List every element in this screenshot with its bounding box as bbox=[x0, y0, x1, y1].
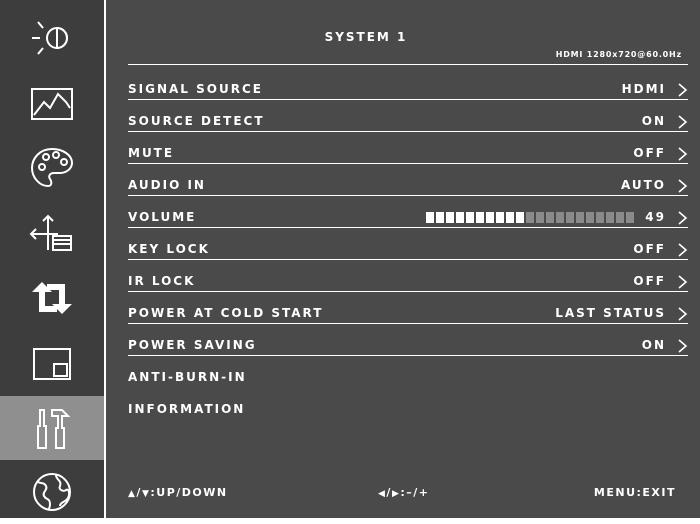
row-label: POWER SAVING bbox=[128, 338, 257, 352]
chevron-right-icon bbox=[678, 147, 688, 161]
volume-segment-empty bbox=[546, 212, 554, 223]
chevron-right-icon bbox=[678, 275, 688, 289]
footer-adjust-hint: ◀/▶:–/+ bbox=[378, 486, 430, 499]
sidebar-item-swap[interactable] bbox=[0, 266, 104, 330]
row-signal-source[interactable]: SIGNAL SOURCE HDMI bbox=[128, 68, 688, 100]
tools-icon bbox=[37, 409, 71, 449]
signal-info: HDMI 1280x720@60.0Hz bbox=[555, 50, 682, 59]
left-triangle-icon: ◀ bbox=[378, 489, 387, 499]
volume-segment-filled bbox=[516, 212, 524, 223]
volume-segment-empty bbox=[606, 212, 614, 223]
title-divider bbox=[128, 64, 688, 65]
category-sidebar bbox=[0, 0, 106, 518]
pip-icon bbox=[33, 348, 71, 380]
volume-segment-empty bbox=[596, 212, 604, 223]
row-ir-lock[interactable]: IR LOCK OFF bbox=[128, 260, 688, 292]
volume-segment-filled bbox=[456, 212, 464, 223]
volume-segment-empty bbox=[566, 212, 574, 223]
row-label: VOLUME bbox=[128, 210, 197, 224]
volume-segment-filled bbox=[476, 212, 484, 223]
chevron-right-icon bbox=[678, 339, 688, 353]
volume-segment-empty bbox=[536, 212, 544, 223]
updown-hint-text: UP/DOWN bbox=[156, 486, 228, 499]
row-power-saving[interactable]: POWER SAVING ON bbox=[128, 324, 688, 356]
row-value: LAST STATUS bbox=[555, 306, 666, 320]
row-value: ON bbox=[641, 338, 666, 352]
row-source-detect[interactable]: SOURCE DETECT ON bbox=[128, 100, 688, 132]
volume-segment-empty bbox=[526, 212, 534, 223]
volume-segment-empty bbox=[586, 212, 594, 223]
sidebar-item-language[interactable] bbox=[0, 460, 104, 524]
volume-segment-filled bbox=[506, 212, 514, 223]
row-label: SIGNAL SOURCE bbox=[128, 82, 263, 96]
row-label: SOURCE DETECT bbox=[128, 114, 265, 128]
row-value: OFF bbox=[633, 242, 666, 256]
row-label: ANTI-BURN-IN bbox=[128, 370, 247, 384]
row-value: AUTO bbox=[620, 178, 666, 192]
row-volume[interactable]: VOLUME 49 bbox=[128, 196, 688, 228]
sidebar-item-pip[interactable] bbox=[0, 332, 104, 396]
volume-segment-empty bbox=[616, 212, 624, 223]
row-value: OFF bbox=[633, 146, 666, 160]
down-triangle-icon: ▼ bbox=[141, 489, 151, 499]
row-value: HDMI bbox=[621, 82, 666, 96]
volume-segment-filled bbox=[496, 212, 504, 223]
sidebar-item-brightness[interactable] bbox=[0, 6, 104, 70]
row-label: POWER AT COLD START bbox=[128, 306, 324, 320]
brightness-icon bbox=[32, 21, 68, 55]
row-label: KEY LOCK bbox=[128, 242, 210, 256]
sidebar-item-color[interactable] bbox=[0, 136, 104, 200]
footer-updown-hint: ▲/▼:UP/DOWN bbox=[128, 486, 228, 499]
globe-icon bbox=[33, 473, 71, 511]
row-anti-burn-in[interactable]: ANTI-BURN-IN bbox=[128, 356, 688, 388]
chevron-right-icon bbox=[678, 243, 688, 257]
right-triangle-icon: ▶ bbox=[391, 489, 401, 499]
adjust-hint-text: –/+ bbox=[406, 486, 430, 499]
chevron-right-icon bbox=[678, 211, 688, 225]
row-label: MUTE bbox=[128, 146, 175, 160]
row-mute[interactable]: MUTE OFF bbox=[128, 132, 688, 164]
volume-segment-filled bbox=[466, 212, 474, 223]
osd-menu: SYSTEM 1 HDMI 1280x720@60.0Hz SIGNAL SOU… bbox=[0, 0, 700, 518]
palette-icon bbox=[30, 147, 74, 188]
chevron-right-icon bbox=[678, 307, 688, 321]
row-label: IR LOCK bbox=[128, 274, 196, 288]
volume-segment-filled bbox=[436, 212, 444, 223]
chevron-right-icon bbox=[678, 115, 688, 129]
volume-segment-empty bbox=[576, 212, 584, 223]
volume-segment-filled bbox=[426, 212, 434, 223]
volume-segment-filled bbox=[486, 212, 494, 223]
volume-segment-filled bbox=[446, 212, 454, 223]
row-information[interactable]: INFORMATION bbox=[128, 388, 688, 420]
up-triangle-icon: ▲ bbox=[128, 489, 137, 499]
footer-exit-hint: MENU:EXIT bbox=[593, 486, 676, 499]
volume-slider[interactable] bbox=[426, 212, 634, 223]
row-key-lock[interactable]: KEY LOCK OFF bbox=[128, 228, 688, 260]
row-value: OFF bbox=[633, 274, 666, 288]
row-power-cold-start[interactable]: POWER AT COLD START LAST STATUS bbox=[128, 292, 688, 324]
swap-icon bbox=[32, 282, 72, 314]
chevron-right-icon bbox=[678, 83, 688, 97]
row-label: INFORMATION bbox=[128, 402, 246, 416]
volume-value: 49 bbox=[645, 210, 666, 224]
menu-title: SYSTEM 1 bbox=[324, 30, 408, 44]
sidebar-item-picture[interactable] bbox=[0, 72, 104, 136]
row-label: AUDIO IN bbox=[128, 178, 206, 192]
row-value: ON bbox=[641, 114, 666, 128]
chevron-right-icon bbox=[678, 179, 688, 193]
volume-segment-empty bbox=[556, 212, 564, 223]
sidebar-item-position[interactable] bbox=[0, 202, 104, 266]
sidebar-item-system[interactable] bbox=[0, 396, 104, 460]
picture-icon bbox=[31, 88, 73, 120]
settings-panel: SYSTEM 1 HDMI 1280x720@60.0Hz SIGNAL SOU… bbox=[106, 0, 700, 518]
volume-segment-empty bbox=[626, 212, 634, 223]
position-icon bbox=[29, 214, 72, 251]
row-audio-in[interactable]: AUDIO IN AUTO bbox=[128, 164, 688, 196]
